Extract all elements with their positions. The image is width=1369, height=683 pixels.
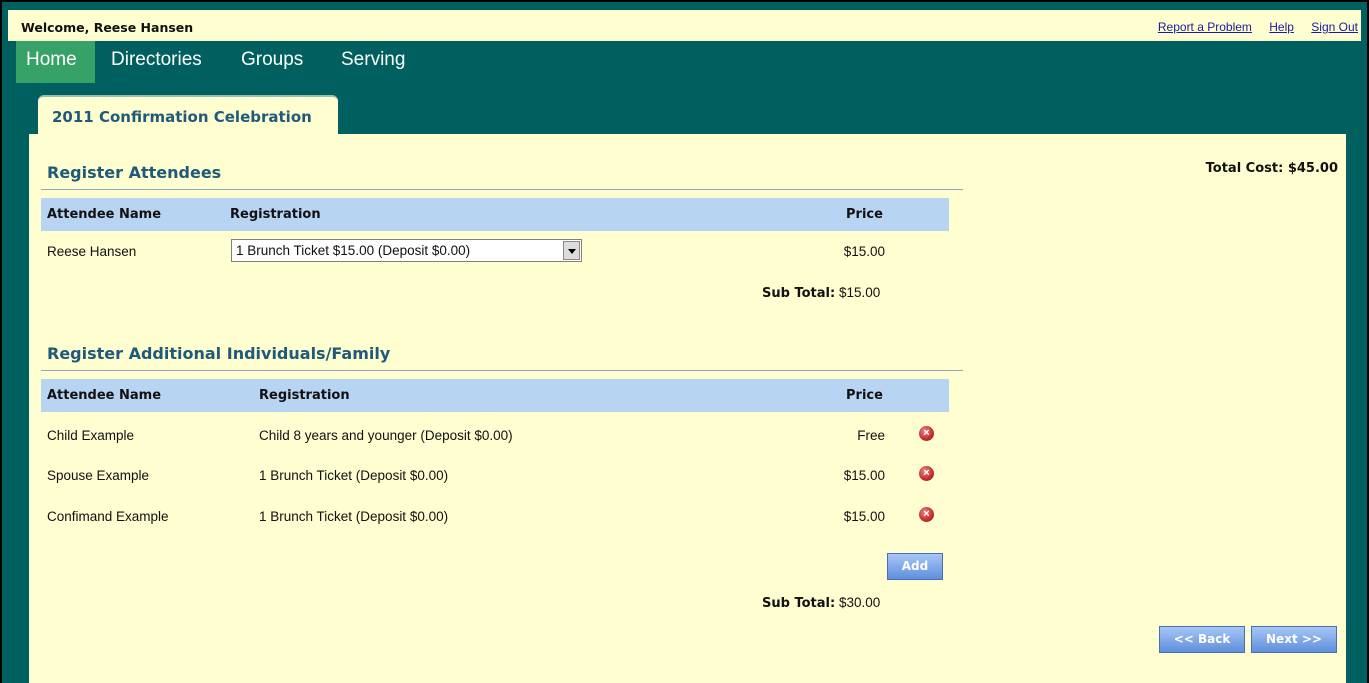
- row-price: $15.00: [843, 509, 885, 524]
- nav-serving[interactable]: Serving: [341, 41, 405, 83]
- col-registration: Registration: [259, 388, 350, 403]
- add-button[interactable]: Add: [887, 553, 943, 580]
- tab-event[interactable]: 2011 Confirmation Celebration: [38, 95, 338, 136]
- help-link[interactable]: Help: [1269, 20, 1294, 34]
- row-registration: 1 Brunch Ticket (Deposit $0.00): [259, 468, 449, 483]
- sign-out-link[interactable]: Sign Out: [1311, 20, 1358, 34]
- attendee-price: $15.00: [843, 244, 885, 259]
- registration-select-value: 1 Brunch Ticket $15.00 (Deposit $0.00): [236, 243, 471, 258]
- col-attendee-name: Attendee Name: [47, 207, 162, 222]
- row-price: Free: [857, 428, 885, 443]
- row-registration: 1 Brunch Ticket (Deposit $0.00): [259, 509, 449, 524]
- remove-circle-icon[interactable]: ×: [919, 507, 934, 522]
- total-cost: Total Cost: $45.00: [1205, 161, 1338, 176]
- remove-circle-icon[interactable]: ×: [919, 426, 934, 441]
- nav-directories[interactable]: Directories: [111, 41, 202, 83]
- section-divider: [41, 189, 963, 190]
- row-name: Confimand Example: [47, 509, 169, 524]
- main-nav: Home Directories Groups Serving: [8, 41, 1361, 83]
- additional-table-header: Attendee Name Registration Price: [41, 379, 949, 412]
- row-name: Spouse Example: [47, 468, 150, 483]
- report-problem-link[interactable]: Report a Problem: [1158, 20, 1252, 34]
- subtotal-value: $15.00: [838, 285, 881, 300]
- subtotal-label: Sub Total:: [762, 286, 836, 301]
- col-attendee-name: Attendee Name: [47, 388, 162, 403]
- row-price: $15.00: [843, 468, 885, 483]
- attendee-name: Reese Hansen: [47, 244, 137, 259]
- row-registration: Child 8 years and younger (Deposit $0.00…: [259, 428, 513, 443]
- top-links: Report a Problem Help Sign Out: [1144, 20, 1358, 34]
- register-attendees-title: Register Attendees: [47, 163, 222, 182]
- tab-event-label: 2011 Confirmation Celebration: [52, 108, 312, 126]
- back-button[interactable]: << Back: [1159, 626, 1245, 653]
- attendees-subtotal: Sub Total: $15.00: [762, 285, 880, 301]
- remove-circle-icon[interactable]: ×: [919, 466, 934, 481]
- welcome-text: Welcome, Reese Hansen: [21, 20, 194, 35]
- nav-groups[interactable]: Groups: [241, 41, 303, 83]
- additional-subtotal: Sub Total: $30.00: [762, 595, 880, 611]
- chevron-down-icon[interactable]: [563, 241, 580, 260]
- attendees-table-header: Attendee Name Registration Price: [41, 198, 949, 231]
- row-name: Child Example: [47, 428, 135, 443]
- col-registration: Registration: [230, 207, 321, 222]
- subtotal-value: $30.00: [838, 595, 881, 610]
- col-price: Price: [846, 388, 883, 403]
- next-button[interactable]: Next >>: [1251, 626, 1337, 653]
- top-bar: Welcome, Reese Hansen Report a Problem H…: [8, 10, 1361, 41]
- subtotal-label: Sub Total:: [762, 596, 836, 611]
- registration-panel: Total Cost: $45.00 Register Attendees At…: [29, 134, 1346, 683]
- col-price: Price: [846, 207, 883, 222]
- section-divider: [41, 370, 963, 371]
- registration-select[interactable]: 1 Brunch Ticket $15.00 (Deposit $0.00): [231, 239, 582, 262]
- nav-home[interactable]: Home: [16, 41, 95, 83]
- additional-title: Register Additional Individuals/Family: [47, 344, 391, 363]
